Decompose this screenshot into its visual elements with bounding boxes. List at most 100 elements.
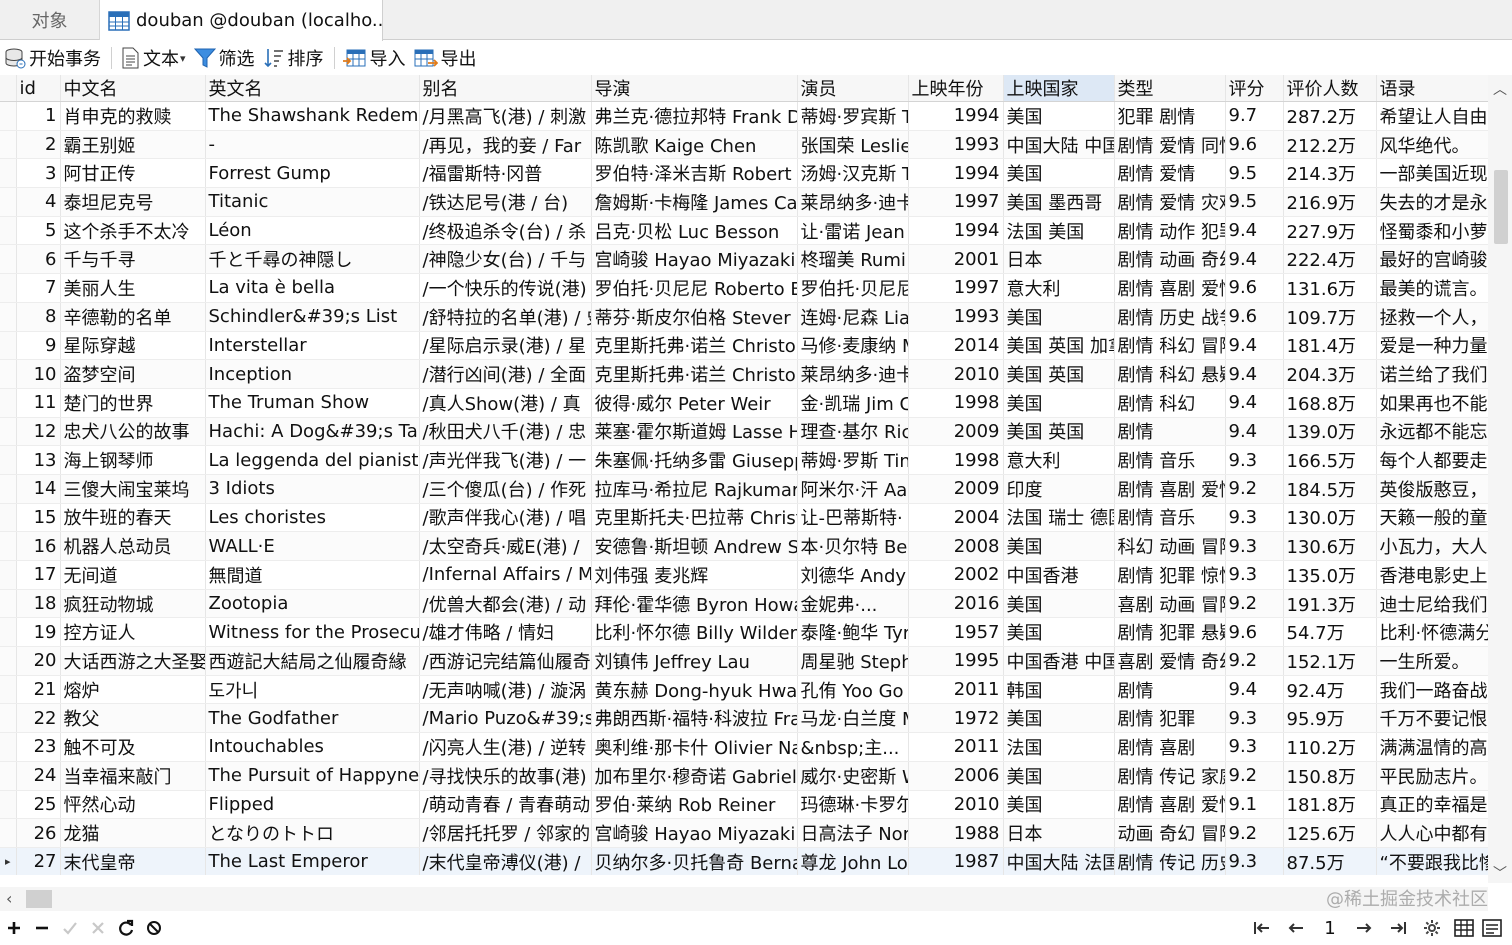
cell-chinese-name[interactable]: 触不可及 <box>60 732 206 762</box>
cell-english-name[interactable]: Hachi: A Dog&#39;s Tale <box>205 417 420 447</box>
cell-alias[interactable]: /舒特拉的名单(港) / 史 <box>419 302 592 332</box>
table-row[interactable]: 18 疯狂动物城 Zootopia/优兽大都会(港) / 动拜伦·霍华德 Byron… <box>0 589 1488 619</box>
table-row[interactable]: 15 放牛班的春天 Les choristes/歌声伴我心(港) / 唱克里斯托夫·… <box>0 503 1488 533</box>
cell-alias[interactable]: /一个快乐的传说(港) <box>419 273 592 303</box>
text-view-button[interactable]: 文本 ▾ <box>120 45 186 71</box>
cell-chinese-name[interactable]: 怦然心动 <box>60 790 206 820</box>
column-header-genre[interactable]: 类型 <box>1114 75 1226 102</box>
table-row[interactable]: 25 怦然心动 Flipped/萌动青春 / 青春萌动 罗伯·莱纳 Rob Reine… <box>0 790 1488 820</box>
table-row[interactable]: 19 控方证人 Witness for the Prosecuti/雄才伟略 / 情… <box>0 617 1488 648</box>
cell-rating[interactable]: 9.3 <box>1225 445 1284 475</box>
cell-id[interactable]: 25 <box>16 790 61 820</box>
cell-rating[interactable]: 9.3 <box>1225 732 1284 762</box>
cell-id[interactable]: 19 <box>16 617 61 648</box>
cell-director[interactable]: 詹姆斯·卡梅隆 James Can <box>591 187 798 217</box>
cell-chinese-name[interactable]: 楚门的世界 <box>60 388 206 418</box>
cell-alias[interactable]: /秋田犬八千(港) / 忠 <box>419 417 592 447</box>
cell-quote[interactable]: 满满温情的高 <box>1376 732 1488 762</box>
cell-rating-count[interactable]: 216.9万 <box>1283 187 1377 217</box>
cell-genre[interactable]: 科幻 动画 冒险 <box>1114 531 1226 561</box>
cell-genre[interactable]: 剧情 传记 历史 <box>1114 847 1226 875</box>
cell-rating[interactable]: 9.6 <box>1225 617 1284 648</box>
cell-release-country[interactable]: 美国 英国 <box>1003 359 1115 389</box>
cell-release-country[interactable]: 美国 墨西哥 <box>1003 187 1115 217</box>
cell-chinese-name[interactable]: 放牛班的春天 <box>60 503 206 533</box>
cell-rating-count[interactable]: 227.9万 <box>1283 216 1377 246</box>
cell-rating-count[interactable]: 131.6万 <box>1283 273 1377 303</box>
cell-director[interactable]: 拜伦·霍华德 Byron Howar <box>591 589 798 619</box>
cell-release-year[interactable]: 1998 <box>908 388 1004 418</box>
cell-alias[interactable]: /无声呐喊(港) / 漩涡 <box>419 675 592 705</box>
cell-quote[interactable]: 诺兰给了我们 <box>1376 359 1488 389</box>
cell-id[interactable]: 16 <box>16 531 61 561</box>
cell-release-year[interactable]: 1987 <box>908 847 1004 875</box>
cell-release-year[interactable]: 1998 <box>908 445 1004 475</box>
cell-chinese-name[interactable]: 星际穿越 <box>60 331 206 361</box>
cell-release-year[interactable]: 1994 <box>908 158 1004 189</box>
column-header-rating[interactable]: 评分 <box>1225 75 1284 102</box>
cell-release-country[interactable]: 日本 <box>1003 244 1115 275</box>
horizontal-scroll-thumb[interactable] <box>26 890 52 908</box>
table-row[interactable]: 2 霸王别姬 -/再见，我的妾 / Far 陈凯歌 Kaige Chen 张国荣 Les… <box>0 130 1488 160</box>
cell-release-country[interactable]: 美国 英国 <box>1003 417 1115 447</box>
cell-rating-count[interactable]: 95.9万 <box>1283 703 1377 734</box>
cell-release-year[interactable]: 2011 <box>908 675 1004 705</box>
cell-director[interactable]: 罗伯·莱纳 Rob Reiner <box>591 790 798 820</box>
cell-actors[interactable]: 金·凯瑞 Jim C <box>797 388 909 418</box>
cell-genre[interactable]: 剧情 喜剧 爱情 <box>1114 790 1226 820</box>
cell-id[interactable]: 14 <box>16 474 61 504</box>
cell-actors[interactable]: 蒂姆·罗宾斯 T <box>797 101 909 131</box>
cell-genre[interactable]: 剧情 犯罪 悬疑 <box>1114 617 1226 648</box>
cell-rating-count[interactable]: 110.2万 <box>1283 732 1377 762</box>
scroll-up-icon[interactable]: ︿ <box>1488 79 1512 99</box>
cell-release-year[interactable]: 1994 <box>908 101 1004 131</box>
cell-director[interactable]: 刘伟强 麦兆辉 <box>591 560 798 590</box>
cell-alias[interactable]: /星际启示录(港) / 星 <box>419 331 592 361</box>
cell-release-country[interactable]: 美国 <box>1003 531 1115 561</box>
cell-id[interactable]: 26 <box>16 818 61 848</box>
cell-id[interactable]: 13 <box>16 445 61 475</box>
cell-genre[interactable]: 喜剧 爱情 奇幻 <box>1114 646 1226 676</box>
cell-alias[interactable]: /歌声伴我心(港) / 唱 <box>419 503 592 533</box>
cell-chinese-name[interactable]: 三傻大闹宝莱坞 <box>60 474 206 504</box>
cell-alias[interactable]: /声光伴我飞(港) / 一 <box>419 445 592 475</box>
cell-director[interactable]: 克里斯托弗·诺兰 Christop <box>591 331 798 361</box>
refresh-button[interactable] <box>112 914 140 942</box>
cell-release-country[interactable]: 美国 <box>1003 302 1115 332</box>
last-page-button[interactable] <box>1384 914 1412 942</box>
cell-id[interactable]: 10 <box>16 359 61 389</box>
row-selector[interactable] <box>0 503 17 533</box>
cell-genre[interactable]: 剧情 <box>1114 675 1226 705</box>
cell-quote[interactable]: 天籁一般的童 <box>1376 503 1488 533</box>
table-row[interactable]: 4 泰坦尼克号 Titanic/铁达尼号(港 / 台) 詹姆斯·卡梅隆 James C… <box>0 187 1488 217</box>
cell-release-year[interactable]: 2008 <box>908 531 1004 561</box>
cell-alias[interactable]: /末代皇帝溥仪(港) / <box>419 847 592 875</box>
cell-release-country[interactable]: 美国 <box>1003 761 1115 791</box>
row-selector[interactable] <box>0 216 17 246</box>
row-selector[interactable] <box>0 187 17 217</box>
cell-quote[interactable]: 最好的宫崎骏 <box>1376 244 1488 275</box>
add-record-button[interactable] <box>0 914 28 942</box>
table-row[interactable]: 16 机器人总动员 WALL·E/太空奇兵·威E(港) / 安德鲁·斯坦顿 Andre… <box>0 531 1488 561</box>
row-selector[interactable] <box>0 417 17 447</box>
table-row[interactable]: 6 千与千寻 千と千尋の神隠し/神隐少女(台) / 千与 宫崎骏 Hayao Miya… <box>0 244 1488 275</box>
cell-quote[interactable]: 比利·怀德满分 <box>1376 617 1488 648</box>
table-row[interactable]: 20 大话西游之大圣娶 西遊記大結局之仙履奇緣/西游记完结篇仙履奇缘 刘镇伟 Jeff… <box>0 646 1488 676</box>
tab-objects[interactable]: 对象 <box>0 0 100 40</box>
cell-rating[interactable]: 9.2 <box>1225 589 1284 619</box>
cell-actors[interactable]: 让·雷诺 Jean <box>797 216 909 246</box>
column-header-english-name[interactable]: 英文名 <box>205 75 420 102</box>
cell-release-country[interactable]: 中国大陆 中国 <box>1003 130 1115 160</box>
cell-rating-count[interactable]: 212.2万 <box>1283 130 1377 160</box>
cell-alias[interactable]: /神隐少女(台) / 千与 <box>419 244 592 275</box>
cell-rating-count[interactable]: 191.3万 <box>1283 589 1377 619</box>
column-header-chinese-name[interactable]: 中文名 <box>60 75 206 102</box>
cell-release-year[interactable]: 2016 <box>908 589 1004 619</box>
cell-quote[interactable]: 真正的幸福是 <box>1376 790 1488 820</box>
cell-english-name[interactable]: Forrest Gump <box>205 158 420 189</box>
cell-alias[interactable]: /Mario Puzo&#39;s <box>419 703 592 734</box>
cell-id[interactable]: 24 <box>16 761 61 791</box>
cell-genre[interactable]: 喜剧 动画 冒险 <box>1114 589 1226 619</box>
cell-rating-count[interactable]: 168.8万 <box>1283 388 1377 418</box>
cell-id[interactable]: 23 <box>16 732 61 762</box>
